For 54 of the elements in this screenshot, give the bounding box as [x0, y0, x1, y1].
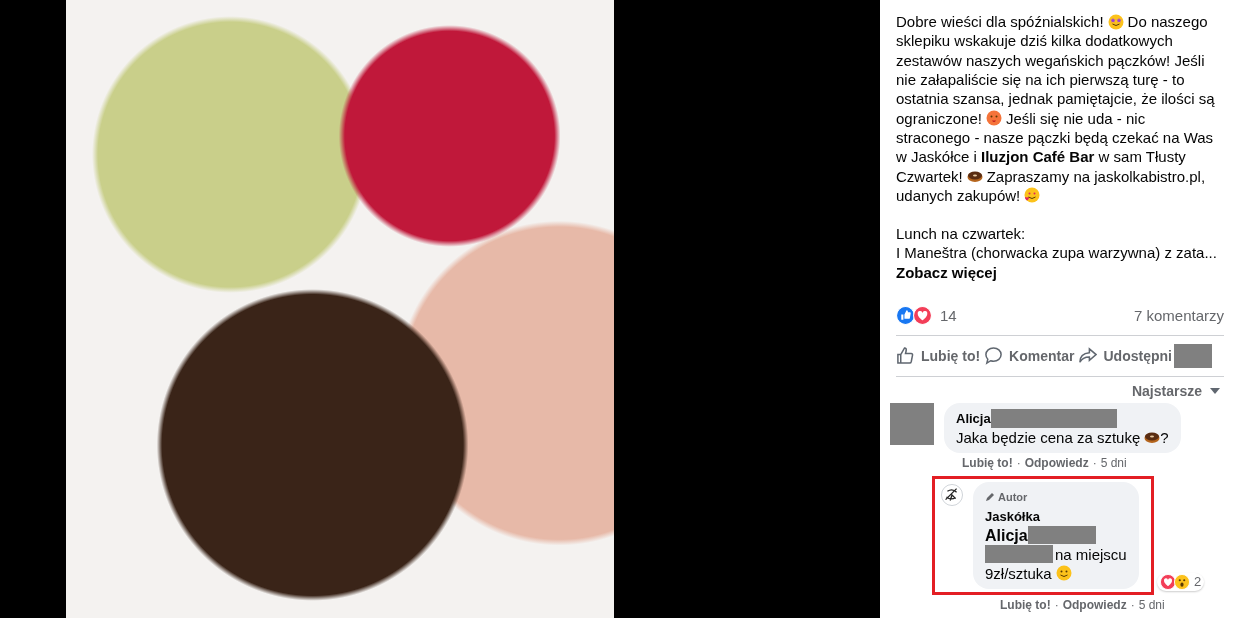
- post-text: Lunch na czwartek:: [896, 225, 1026, 243]
- author-label: Autor: [998, 489, 1028, 505]
- post-text: nie załapaliście się na ich pierwszą turę - to: [896, 71, 1185, 89]
- comment-time: 5 dni: [1100, 455, 1127, 470]
- post-text: Do naszego: [1127, 13, 1208, 31]
- hot-face-emoji-icon: [985, 110, 1002, 127]
- comment-time: 5 dni: [1138, 597, 1165, 612]
- post-text: straconego - nasze pączki będą czekać na Was: [896, 128, 1214, 146]
- comment-text: 9zł/sztuka: [985, 563, 1052, 583]
- avatar-redaction-block: [890, 402, 934, 445]
- thumbs-up-icon: [896, 346, 915, 366]
- smiling-face-with-hearts-icon: [1024, 187, 1041, 204]
- comment-action-link[interactable]: Lubię to!: [962, 455, 1013, 470]
- post-text: sklepiku wskakuje dziś kilka dodatkowych: [896, 32, 1173, 50]
- comment-action-link[interactable]: Lubię to!: [1000, 597, 1051, 612]
- post-text: ostatnia szansa, jednak pamiętajcie, że ilości są: [896, 90, 1215, 108]
- comment-text: Jaka będzie cena za sztukę: [956, 427, 1141, 447]
- separator-dot: ·: [1092, 455, 1097, 470]
- pencil-icon: [985, 492, 995, 503]
- post-text: Czwartek!: [896, 167, 963, 185]
- like-action[interactable]: Lubię to!: [921, 347, 981, 364]
- comments-count-link[interactable]: 7 komentarzy: [1133, 306, 1224, 324]
- post-text: ograniczone!: [896, 109, 982, 127]
- post-text: Jeśli się nie uda - nic: [1005, 109, 1146, 127]
- post-text: udanych zakupów!: [896, 186, 1021, 204]
- comment-action[interactable]: Komentar: [1009, 347, 1075, 364]
- post-text: zestawów naszych wegańskich pączków! Jeśli: [896, 51, 1205, 69]
- post-text: I Maneštra (chorwacka zupa warzywna) z zata...: [896, 244, 1217, 262]
- comment-author[interactable]: Alicja: [956, 408, 991, 428]
- mention-link[interactable]: Alicja: [985, 525, 1028, 545]
- comment-author[interactable]: Jaskółka: [985, 506, 1040, 526]
- see-more-link[interactable]: Zobacz więcej: [896, 263, 997, 281]
- separator-dot: ·: [1054, 597, 1059, 612]
- sort-dropdown[interactable]: Najstarsze: [1131, 382, 1220, 399]
- comment-action-link[interactable]: Odpowiedz: [1024, 455, 1089, 470]
- comment-text: na miejscu: [1055, 544, 1127, 564]
- post-text: w Jaskółce i Iluzjon Café Bar w sam Tłusty: [896, 148, 1186, 166]
- caret-icon: [1210, 387, 1220, 394]
- separator-dot: ·: [1130, 597, 1135, 612]
- reaction-count: 14: [940, 306, 957, 324]
- redaction-block: [1027, 526, 1096, 545]
- comment-action-link[interactable]: Odpowiedz: [1062, 597, 1127, 612]
- separator-dot: ·: [1016, 455, 1021, 470]
- post-text: Zapraszamy na jaskolkabistro.pl,: [986, 167, 1206, 185]
- redaction-block: [985, 545, 1053, 564]
- star-struck-emoji-icon: [1107, 13, 1124, 30]
- share-action[interactable]: Udostępni: [1103, 347, 1172, 364]
- post-text: Dobre wieści dla spóźnialskich!: [896, 13, 1104, 31]
- smiley-icon: [1055, 565, 1072, 582]
- speech-bubble-icon: [984, 346, 1004, 366]
- thumbs-up-icon: [896, 305, 915, 325]
- reaction-count: 2: [1194, 574, 1202, 590]
- swallow-logo-icon[interactable]: [941, 483, 963, 506]
- comment-text: ?: [1160, 427, 1169, 447]
